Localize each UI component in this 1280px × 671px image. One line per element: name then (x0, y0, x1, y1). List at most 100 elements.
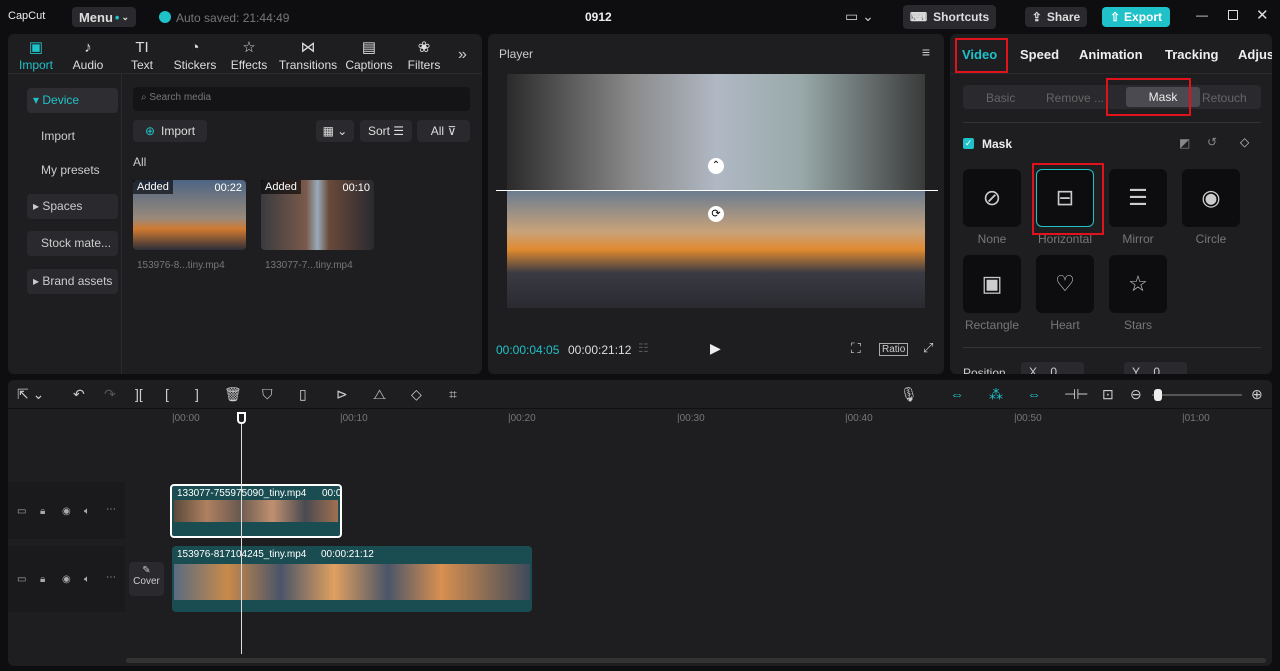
view-toggle[interactable]: ▦ ⌄ (316, 120, 354, 142)
more-icon[interactable]: ⋯ (106, 504, 116, 515)
position-y-input[interactable]: Y 0 (1124, 362, 1187, 374)
media-item[interactable]: Added 00:10 (261, 180, 374, 250)
mirror-flip-icon[interactable]: ⧍ (373, 386, 386, 403)
mask-stars[interactable]: ☆ (1109, 255, 1167, 313)
tab-speed[interactable]: Speed (1020, 47, 1059, 62)
maximize-icon[interactable] (1228, 10, 1238, 20)
zoom-slider-handle[interactable] (1154, 389, 1162, 401)
sidebar-item-brand-assets[interactable]: ▸ Brand assets (27, 269, 118, 294)
freeze-icon[interactable]: ▯ (299, 386, 307, 403)
magnet-icon[interactable]: ⁂ (989, 386, 1003, 403)
layout-icon[interactable]: ▭ ⌄ (845, 8, 874, 25)
audio-mute-icon[interactable]: 🔈︎ (84, 506, 90, 517)
added-badge: Added (261, 180, 301, 194)
crop-icon[interactable]: ⌗ (449, 386, 457, 403)
split-icon[interactable]: ][ (135, 386, 143, 402)
filter-button[interactable]: All ⊽ (417, 120, 470, 142)
playhead-handle[interactable] (237, 412, 246, 424)
sidebar-item-spaces[interactable]: ▸ Spaces (27, 194, 118, 219)
mask-mirror[interactable]: ☰ (1109, 169, 1167, 227)
delete-icon[interactable]: 🗑 (224, 386, 242, 403)
keyframe-icon[interactable]: ◇ (1240, 135, 1249, 149)
subtab-retouch[interactable]: Retouch (1202, 91, 1247, 105)
zoom-in-icon[interactable]: ⊕ (1251, 386, 1263, 403)
ruler-tick: |00:40 (845, 413, 873, 424)
link-main-track-icon[interactable]: ⇔ (950, 386, 964, 402)
reset-icon[interactable]: ↺ (1207, 135, 1217, 149)
share-button[interactable]: ⇪ Share (1025, 7, 1087, 27)
audio-mute-icon[interactable]: 🔈︎ (84, 574, 90, 585)
sidebar-item-stock-material[interactable]: Stock mate... (27, 231, 118, 256)
invert-icon[interactable]: ◩ (1179, 136, 1190, 150)
sidebar-item-my-presets[interactable]: My presets (27, 158, 118, 183)
ratio-button[interactable]: Ratio (879, 343, 909, 356)
media-item[interactable]: Added 00:22 (133, 180, 246, 250)
clip-main[interactable]: 153976-817104245_tiny.mp4 00:00:21:12 (172, 546, 532, 612)
playhead[interactable] (237, 412, 246, 654)
tab-stickers[interactable]: ◔ Stickers (169, 38, 221, 72)
tab-adjust[interactable]: Adjus (1238, 47, 1272, 62)
tab-filters[interactable]: ❀ Filters (398, 38, 450, 72)
tab-animation[interactable]: Animation (1079, 47, 1143, 62)
tab-captions[interactable]: ▤ Captions (343, 38, 395, 72)
expand-icon[interactable]: ⤢ (923, 340, 933, 356)
shortcuts-button[interactable]: ⌨ Shortcuts (903, 5, 996, 29)
sidebar-item-import[interactable]: Import (27, 124, 118, 149)
preview-axis-icon[interactable]: ⊡ (1102, 386, 1114, 403)
sidebar-label: Device (42, 93, 80, 107)
subtab-basic[interactable]: Basic (986, 91, 1015, 105)
lock-icon[interactable]: 🔒︎ (40, 574, 45, 585)
linkage-icon[interactable]: ⇔ (1027, 386, 1041, 402)
microphone-icon[interactable]: 🎙 (900, 386, 918, 403)
position-x-input[interactable]: X 0 (1021, 362, 1084, 374)
tab-effects[interactable]: ☆ Effects (223, 38, 275, 72)
feather-handle-icon[interactable]: ⌃ (708, 158, 724, 174)
search-input[interactable]: ⌕ Search media (133, 87, 470, 111)
ruler-tick: |00:50 (1014, 413, 1042, 424)
mask-label: None (977, 232, 1007, 246)
split-view-icon[interactable]: ⊣⊢ (1064, 386, 1088, 403)
sidebar-item-device[interactable]: ▾ Device (27, 88, 118, 113)
list-icon[interactable]: ☷ (638, 341, 649, 355)
import-button[interactable]: ⊕ Import (133, 120, 207, 142)
tab-audio[interactable]: ♪ Audio (62, 38, 114, 72)
horizontal-scrollbar[interactable] (126, 658, 1266, 663)
lock-icon[interactable]: 🔒︎ (40, 506, 45, 517)
rotate-icon[interactable]: ◇ (411, 386, 422, 403)
clip-overlay[interactable]: 133077-755975090_tiny.mp4 00:0 (170, 484, 342, 538)
zoom-out-icon[interactable]: ⊖ (1130, 386, 1142, 403)
menu-button[interactable]: Menu • ⌄ (72, 7, 136, 27)
trim-right-icon[interactable]: ] (195, 386, 199, 402)
tab-text[interactable]: TI Text (116, 38, 168, 72)
mask-rectangle[interactable]: ▣ (963, 255, 1021, 313)
menu-icon[interactable]: ≡ (922, 44, 930, 60)
export-button[interactable]: ⇧ Export (1102, 7, 1170, 27)
mask-checkbox[interactable]: ✓ (963, 138, 974, 149)
more-icon[interactable]: ⋯ (106, 572, 116, 583)
tab-import[interactable]: ▣ Import (10, 38, 62, 72)
sort-button[interactable]: Sort ☰ (360, 120, 412, 142)
minimize-icon[interactable]: — (1196, 8, 1208, 22)
reverse-icon[interactable]: ⊳ (336, 386, 348, 403)
redo-icon[interactable]: ↷ (104, 386, 116, 403)
mask-heart[interactable]: ♡ (1036, 255, 1094, 313)
zoom-slider[interactable] (1152, 389, 1242, 401)
cover-button[interactable]: ✎ Cover (129, 562, 164, 596)
mask-circle[interactable]: ◉ (1182, 169, 1240, 227)
subtab-remove-background[interactable]: Remove ... (1046, 91, 1104, 105)
tab-tracking[interactable]: Tracking (1165, 47, 1218, 62)
mask-none[interactable]: ⊘ (963, 169, 1021, 227)
play-icon[interactable]: ▶ (710, 340, 721, 357)
more-tabs-icon[interactable]: » (458, 46, 467, 64)
undo-icon[interactable]: ↶ (73, 386, 85, 403)
rotate-handle-icon[interactable]: ⟳ (708, 206, 724, 222)
tab-label: Transitions (278, 58, 338, 72)
eye-icon[interactable]: ◉ (62, 574, 71, 585)
close-icon[interactable]: ✕ (1256, 6, 1269, 24)
trim-left-icon[interactable]: [ (165, 386, 169, 402)
select-tool-icon[interactable]: ⇱ ⌄ (17, 386, 44, 403)
eye-icon[interactable]: ◉ (62, 506, 71, 517)
fullscreen-preview-icon[interactable]: ⛶ (851, 340, 861, 357)
marker-icon[interactable]: ⛉ (262, 386, 273, 403)
tab-transitions[interactable]: ⋈ Transitions (278, 38, 338, 72)
